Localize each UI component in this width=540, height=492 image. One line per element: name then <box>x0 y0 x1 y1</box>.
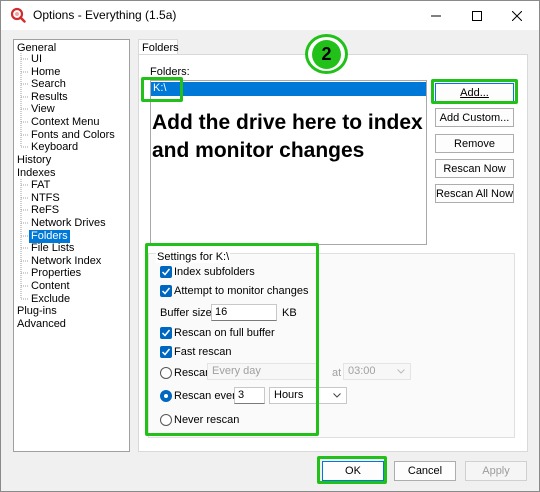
tree-item-ui[interactable]: UI <box>31 53 42 66</box>
tree-item-advanced[interactable]: Advanced <box>17 318 66 331</box>
annotation-text: Add the drive here to index and monitor … <box>152 111 423 162</box>
tree-item-plug-ins[interactable]: Plug-ins <box>17 305 57 318</box>
tree-item-network-drives[interactable]: Network Drives <box>31 217 106 230</box>
folders-list-selected-row[interactable] <box>151 82 426 96</box>
maximize-icon <box>472 10 482 21</box>
step-number-badge: 2 <box>305 34 348 74</box>
tree-item-history[interactable]: History <box>17 154 51 167</box>
tree-item-search[interactable]: Search <box>31 78 66 91</box>
folders-label: Folders: <box>150 66 190 78</box>
chevron-down-icon <box>397 369 405 374</box>
apply-button[interactable]: Apply <box>465 461 527 481</box>
fast-rescan-checkbox[interactable] <box>160 346 172 358</box>
close-icon <box>512 10 522 21</box>
rescan-now-button-label: Rescan Now <box>443 162 506 175</box>
window-title: Options - Everything (1.5a) <box>33 8 177 22</box>
tree-item-content[interactable]: Content <box>31 280 70 293</box>
at-label: at <box>332 367 342 379</box>
tree-item-refs[interactable]: ReFS <box>31 204 59 217</box>
checkmark-icon <box>161 329 171 337</box>
index-subfolders-checkbox[interactable] <box>160 266 172 278</box>
monitor-changes-label[interactable]: Attempt to monitor changes <box>174 285 309 297</box>
monitor-changes-checkbox[interactable] <box>160 285 172 297</box>
never-rescan-label[interactable]: Never rescan <box>174 414 239 426</box>
add-button-label: Add... <box>460 86 489 99</box>
cancel-button-label: Cancel <box>407 465 443 477</box>
rescan-all-now-button[interactable]: Rescan All Now <box>435 184 514 203</box>
fast-rescan-label[interactable]: Fast rescan <box>174 346 231 358</box>
rescan-every-unit-select[interactable]: Hours <box>269 387 347 404</box>
everything-app-icon <box>10 7 26 23</box>
add-custom-button[interactable]: Add Custom... <box>435 108 514 127</box>
settings-group-label: Settings for K:\ <box>156 251 231 263</box>
close-button[interactable] <box>494 1 540 30</box>
buffer-size-unit: KB <box>282 307 297 319</box>
rescan-all-now-button-label: Rescan All Now <box>435 187 514 200</box>
tree-item-keyboard[interactable]: Keyboard <box>31 141 78 154</box>
apply-button-label: Apply <box>482 465 510 477</box>
rescan-time-value: 03:00 <box>348 365 376 377</box>
index-subfolders-label[interactable]: Index subfolders <box>174 266 255 278</box>
tree-item-fat[interactable]: FAT <box>31 179 50 192</box>
options-window: Options - Everything (1.5a) General UI H… <box>0 0 540 492</box>
rescan-every-radio[interactable] <box>160 390 172 402</box>
minimize-icon <box>431 15 441 16</box>
rescan-every-label[interactable]: Rescan every <box>174 390 241 402</box>
minimize-button[interactable] <box>413 1 459 30</box>
checkmark-icon <box>161 268 171 276</box>
rescan-schedule-label[interactable]: Rescan <box>174 367 211 379</box>
tree-item-context-menu[interactable]: Context Menu <box>31 116 99 129</box>
ok-button[interactable]: OK <box>322 461 384 481</box>
cancel-button[interactable]: Cancel <box>394 461 456 481</box>
rescan-now-button[interactable]: Rescan Now <box>435 159 514 178</box>
buffer-size-input[interactable]: 16 <box>211 304 277 321</box>
checkmark-icon <box>161 287 171 295</box>
buffer-size-label: Buffer size: <box>160 307 215 319</box>
add-custom-button-label: Add Custom... <box>439 111 510 124</box>
rescan-schedule-value: Every day <box>212 365 261 377</box>
folder-entry-k-drive[interactable]: K:\ <box>153 82 166 94</box>
rescan-every-unit-value: Hours <box>274 389 304 401</box>
rescan-time-select[interactable]: 03:00 <box>343 363 411 380</box>
rescan-full-buffer-checkbox[interactable] <box>160 327 172 339</box>
step-number: 2 <box>312 39 341 69</box>
tree-item-view[interactable]: View <box>31 103 55 116</box>
rescan-every-input[interactable]: 3 <box>234 387 265 404</box>
ok-button-label: OK <box>345 465 361 477</box>
options-tree: General UI Home Search Results View Cont… <box>13 39 130 452</box>
remove-button[interactable]: Remove <box>435 134 514 153</box>
never-rescan-radio[interactable] <box>160 414 172 426</box>
remove-button-label: Remove <box>454 137 495 150</box>
chevron-down-icon <box>333 393 341 398</box>
add-button[interactable]: Add... <box>435 83 514 102</box>
rescan-schedule-select[interactable]: Every day <box>207 363 318 380</box>
checkmark-icon <box>161 348 171 356</box>
tree-item-properties[interactable]: Properties <box>31 267 81 280</box>
tree-item-file-lists[interactable]: File Lists <box>31 242 74 255</box>
rescan-schedule-radio[interactable] <box>160 367 172 379</box>
tab-folders[interactable]: Folders <box>138 39 179 55</box>
title-bar: Options - Everything (1.5a) <box>1 1 539 30</box>
rescan-full-buffer-label[interactable]: Rescan on full buffer <box>174 327 275 339</box>
